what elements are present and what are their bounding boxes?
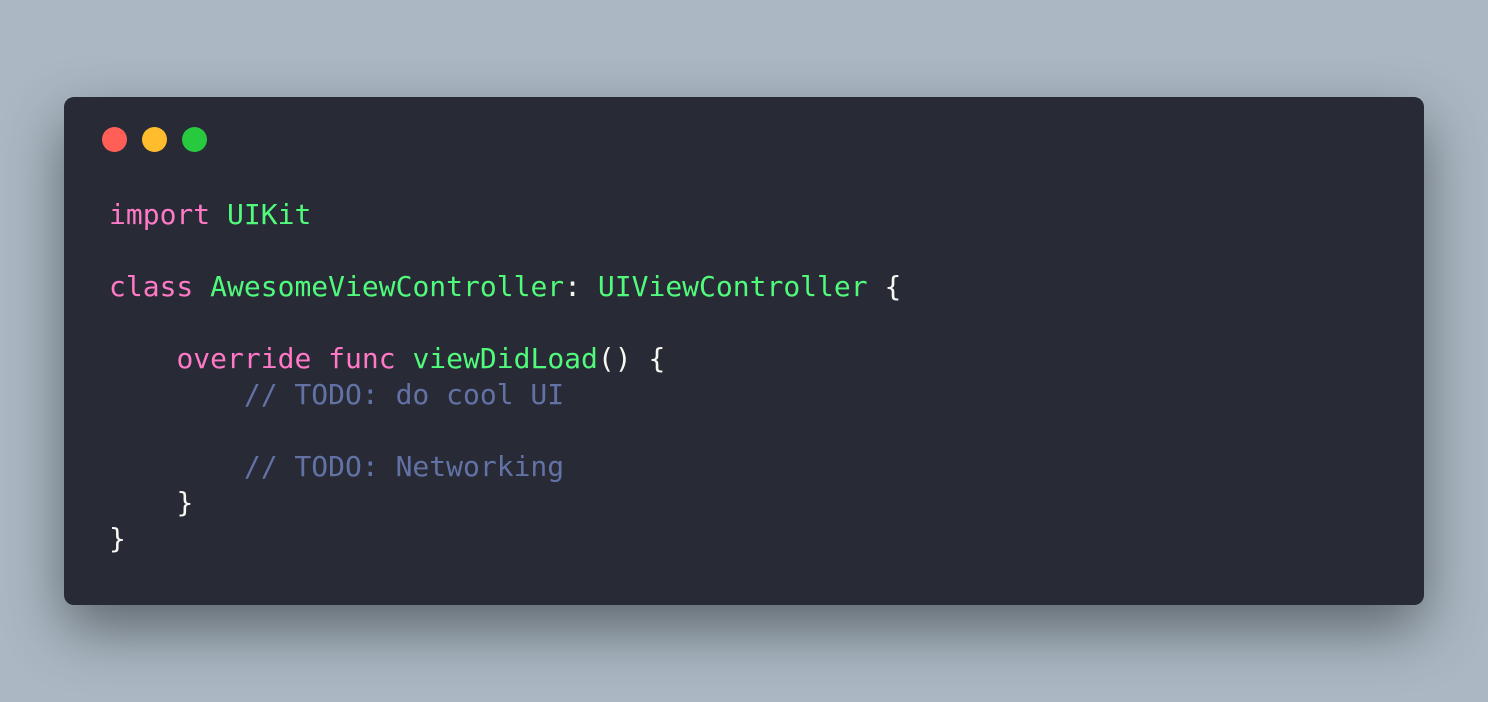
keyword-override: override bbox=[176, 342, 312, 375]
module-name: UIKit bbox=[227, 198, 312, 231]
keyword-func: func bbox=[328, 342, 396, 375]
function-name: viewDidLoad bbox=[412, 342, 598, 375]
open-brace: { bbox=[648, 342, 666, 375]
class-name: AwesomeViewController bbox=[210, 270, 565, 303]
keyword-import: import bbox=[109, 198, 211, 231]
minimize-icon[interactable] bbox=[142, 127, 167, 152]
keyword-class: class bbox=[109, 270, 194, 303]
comment: // TODO: do cool UI bbox=[243, 378, 565, 411]
close-brace: } bbox=[176, 486, 194, 519]
comment: // TODO: Networking bbox=[243, 450, 565, 483]
code-line-8: // TODO: Networking bbox=[109, 449, 901, 485]
code-line-10: } bbox=[109, 521, 901, 557]
zoom-icon[interactable] bbox=[182, 127, 207, 152]
code-window: import UIKit class AwesomeViewController… bbox=[64, 97, 1424, 605]
superclass-name: UIViewController bbox=[597, 270, 868, 303]
open-brace: { bbox=[884, 270, 902, 303]
code-line-5: override func viewDidLoad() { bbox=[176, 342, 666, 375]
close-icon[interactable] bbox=[102, 127, 127, 152]
close-brace: } bbox=[109, 522, 126, 555]
code-line-9: } bbox=[109, 485, 901, 521]
code-line-3: class AwesomeViewController: UIViewContr… bbox=[109, 270, 902, 303]
code-block: import UIKit class AwesomeViewController… bbox=[109, 197, 901, 557]
code-line-1: import UIKit bbox=[109, 197, 901, 233]
code-line-6: // TODO: do cool UI bbox=[109, 377, 901, 413]
